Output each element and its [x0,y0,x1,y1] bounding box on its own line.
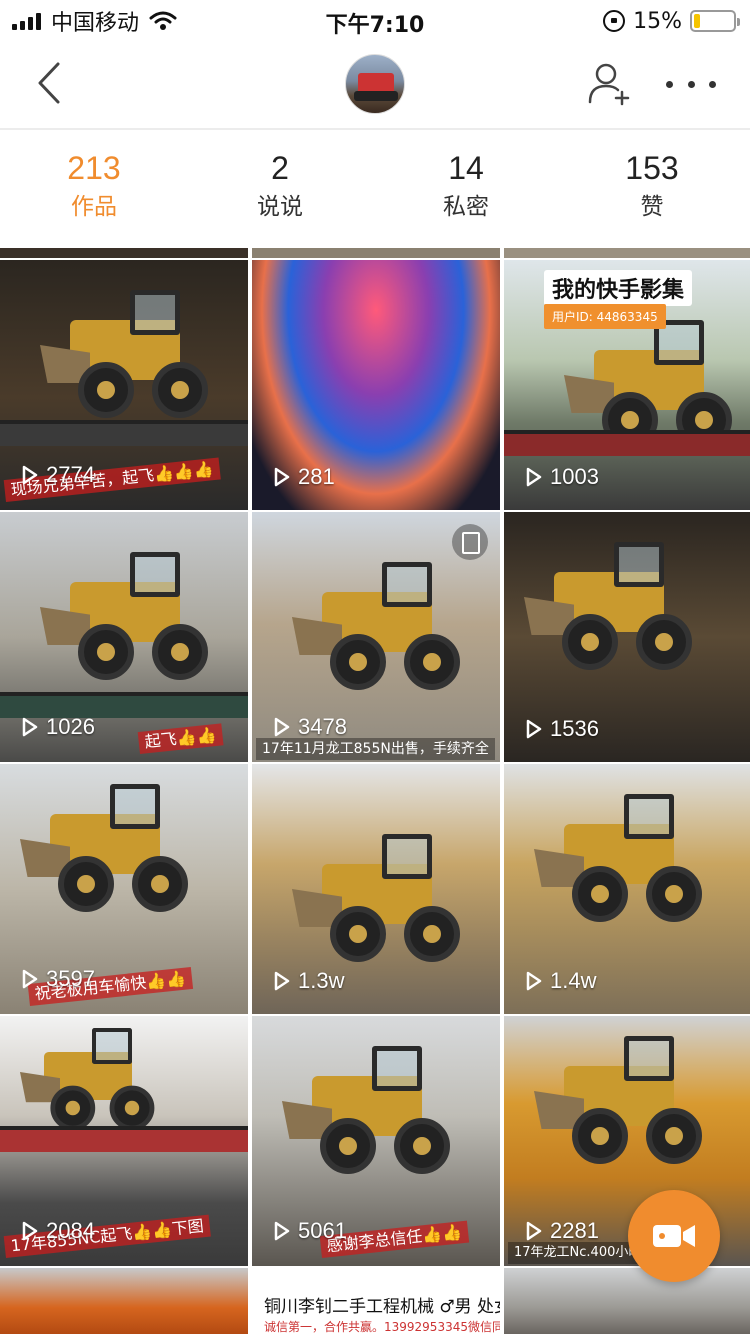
play-icon [526,719,542,739]
video-tile[interactable]: 281 [252,260,500,510]
tab-private[interactable]: 14 私密 [406,148,526,222]
video-tile[interactable]: 现场兄弟辛苦，起飞👍👍👍 2774 [0,260,248,510]
play-count-value: 2774 [46,462,95,487]
play-count: 281 [274,464,335,490]
play-count-value: 281 [298,464,335,489]
tab-works[interactable]: 213 作品 [34,148,154,222]
posts-count: 2 [271,150,289,186]
video-tile-partial [504,248,750,258]
play-count: 1.4w [526,968,596,994]
works-count: 213 [67,150,121,186]
video-tile-partial [0,248,248,258]
video-tile[interactable]: 我的快手影集 用户ID: 44863345 1003 [504,260,750,510]
video-thumbnail [504,1268,750,1334]
video-camera-icon [653,1225,695,1247]
video-tile[interactable]: 17年11月龙工855N出售，手续齐全 3478 [252,512,500,762]
play-count-value: 1536 [550,716,599,741]
video-tile[interactable]: 1.3w [252,764,500,1014]
album-user-id: 用户ID: 44863345 [544,304,666,329]
play-count-value: 1026 [46,714,95,739]
play-icon [22,465,38,485]
play-count-value: 1.3w [298,968,345,993]
rotation-lock-icon [603,10,626,32]
play-count-value: 1.4w [550,968,597,993]
profile-card-tile[interactable]: 铜川李钊二手工程机械 ♂男 处女座 诚信第一，合作共赢。13992953345微… [252,1268,500,1334]
private-count: 14 [448,150,484,186]
album-icon [452,524,488,560]
play-icon [22,1221,38,1241]
play-count: 1.3w [274,968,344,994]
play-count: 1003 [526,464,599,490]
play-icon [274,971,290,991]
play-count: 5061 [274,1218,347,1244]
play-count: 2281 [526,1218,599,1244]
video-tile[interactable]: 1.4w [504,764,750,1014]
tab-posts[interactable]: 2 说说 [220,148,340,222]
video-thumbnail [0,1268,248,1334]
record-video-button[interactable] [628,1190,720,1282]
likes-label: 赞 [640,194,664,220]
add-user-button[interactable] [586,60,634,108]
works-label: 作品 [71,194,117,220]
profile-stats: 213 作品 2 说说 14 私密 153 赞 [0,130,750,248]
video-tile[interactable]: 起飞👍👍 1026 [0,512,248,762]
nav-bar [0,42,750,128]
card-subtitle: 诚信第一，合作共赢。13992953345微信同号 铜 [264,1320,500,1334]
video-grid: 现场兄弟辛苦，起飞👍👍👍 2774 281 我的快手影集 用户ID: 44863… [0,248,750,1334]
more-button[interactable] [666,72,716,96]
card-title: 铜川李钊二手工程机械 ♂男 处女座 [264,1297,500,1317]
album-title: 我的快手影集 [544,270,693,306]
play-icon [274,1221,290,1241]
video-tile[interactable]: 17年855NC起飞👍👍下图 2084 [0,1016,248,1266]
add-user-icon [588,63,630,106]
video-caption: 17年11月龙工855N出售，手续齐全 [256,738,495,760]
profile-avatar[interactable] [345,54,405,114]
battery-icon [690,10,740,32]
play-icon [22,717,38,737]
video-tile[interactable]: 感谢李总信任👍👍 5061 [252,1016,500,1266]
play-count: 2774 [22,462,95,488]
play-icon [526,971,542,991]
play-count-value: 5061 [298,1218,347,1243]
posts-label: 说说 [257,194,303,220]
video-tile[interactable] [504,1268,750,1334]
back-button[interactable] [26,58,76,108]
play-count: 2084 [22,1218,95,1244]
play-icon [274,467,290,487]
play-icon [274,717,290,737]
play-icon [22,969,38,989]
likes-count: 153 [625,150,679,186]
private-label: 私密 [443,194,489,220]
play-count: 3597 [22,966,95,992]
play-count-value: 1003 [550,464,599,489]
play-count-value: 2084 [46,1218,95,1243]
battery-fill [694,14,700,28]
video-tile[interactable]: 1536 [504,512,750,762]
play-count-value: 3597 [46,966,95,991]
status-bar: 中国移动 下午7:10 15% [0,0,750,42]
more-dots-icon [666,80,673,88]
video-tile[interactable]: 祝老板用车愉快👍👍 3597 [0,764,248,1014]
play-count: 1026 [22,714,95,740]
play-count-value: 2281 [550,1218,599,1243]
tab-likes[interactable]: 153 赞 [592,148,712,222]
play-icon [526,1221,542,1241]
video-tile[interactable] [0,1268,248,1334]
battery-percent: 15% [633,8,682,34]
profile-card: 铜川李钊二手工程机械 ♂男 处女座 诚信第一，合作共赢。13992953345微… [252,1268,500,1334]
play-count-value: 3478 [298,714,347,739]
chevron-left-icon [38,62,60,104]
video-tile-partial [252,248,500,258]
play-icon [526,467,542,487]
play-count: 1536 [526,716,599,742]
play-count: 3478 [274,714,347,740]
